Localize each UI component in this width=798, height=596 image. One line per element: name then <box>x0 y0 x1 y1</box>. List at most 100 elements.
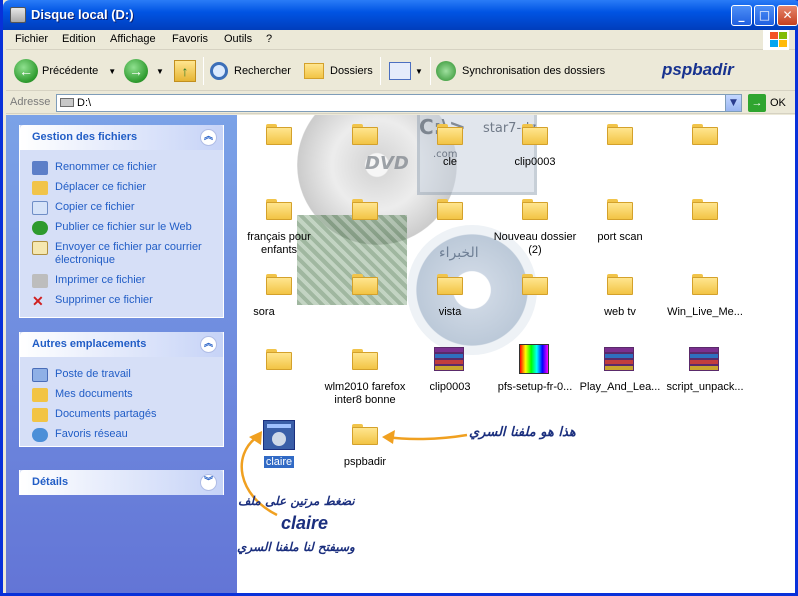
file-tasks-header[interactable]: Gestion des fichiers ︽ <box>20 125 223 150</box>
folder-icon[interactable] <box>607 199 633 220</box>
sync-button[interactable]: Synchronisation des dossiers <box>436 59 605 83</box>
close-button[interactable]: ✕ <box>777 5 798 26</box>
file-label[interactable]: port scan <box>575 231 665 244</box>
folder-icon[interactable] <box>607 124 633 145</box>
place-my-computer[interactable]: Poste de travail <box>20 365 223 385</box>
collapse-chevron-icon[interactable]: ︽ <box>200 129 217 146</box>
place-shared-docs[interactable]: Documents partagés <box>20 405 223 425</box>
menu-edition[interactable]: Edition <box>62 33 96 45</box>
file-label[interactable]: script_unpack... <box>660 381 750 394</box>
title-bar[interactable]: Disque local (D:) _ □ ✕ <box>3 0 798 30</box>
file-label[interactable]: clip0003 <box>405 381 495 394</box>
address-dropdown-icon[interactable]: ▼ <box>725 95 741 111</box>
menu-fichier[interactable]: Fichier <box>15 33 48 45</box>
file-label[interactable]: Play_And_Lea... <box>575 381 665 394</box>
folder-icon[interactable] <box>522 274 548 295</box>
folder-icon[interactable] <box>352 124 378 145</box>
menu-help[interactable]: ? <box>266 33 272 45</box>
folder-icon[interactable] <box>437 199 463 220</box>
forward-arrow-icon: → <box>124 59 148 83</box>
folder-icon[interactable] <box>266 199 292 220</box>
menu-affichage[interactable]: Affichage <box>110 33 156 45</box>
menu-favoris[interactable]: Favoris <box>172 33 208 45</box>
watermark-text: الخبراء <box>439 245 479 261</box>
folders-button[interactable]: Dossiers <box>304 59 373 83</box>
drive-icon <box>10 7 26 23</box>
brand-text: pspbadir <box>662 60 734 79</box>
file-label[interactable]: cle <box>405 156 495 169</box>
file-label[interactable]: sora <box>237 306 309 319</box>
task-label: Imprimer ce fichier <box>55 274 146 286</box>
file-label[interactable]: Win_Live_Me... <box>660 306 750 319</box>
forward-dropdown-icon[interactable]: ▼ <box>156 67 164 76</box>
task-move[interactable]: Déplacer ce fichier <box>20 178 223 198</box>
back-arrow-icon: ← <box>14 59 38 83</box>
window-title: Disque local (D:) <box>31 7 134 22</box>
place-network[interactable]: Favoris réseau <box>20 425 223 445</box>
file-label[interactable]: clip0003 <box>490 156 580 169</box>
file-label[interactable]: web tv <box>575 306 665 319</box>
details-panel: Détails ︾ <box>19 470 224 495</box>
collapse-chevron-icon[interactable]: ︽ <box>200 336 217 353</box>
expand-chevron-icon[interactable]: ︾ <box>200 474 217 491</box>
search-button[interactable]: Rechercher <box>210 59 291 83</box>
setup-exe-icon[interactable] <box>519 344 549 374</box>
copy-icon <box>32 201 48 215</box>
place-my-documents[interactable]: Mes documents <box>20 385 223 405</box>
file-label[interactable]: pfs-setup-fr-0... <box>490 381 580 394</box>
folder-icon[interactable] <box>266 349 292 370</box>
file-label[interactable]: vista <box>405 306 495 319</box>
minimize-button[interactable]: _ <box>731 5 752 26</box>
rar-archive-icon[interactable] <box>604 347 634 371</box>
task-delete[interactable]: ✕ Supprimer ce fichier <box>20 291 223 311</box>
search-label: Rechercher <box>234 65 291 77</box>
rename-icon <box>32 161 48 175</box>
other-places-header[interactable]: Autres emplacements ︽ <box>20 332 223 357</box>
details-header[interactable]: Détails ︾ <box>20 470 223 495</box>
menu-bar: Fichier Edition Affichage Favoris Outils… <box>6 30 795 50</box>
folder-icon[interactable] <box>352 274 378 295</box>
go-button[interactable]: → OK <box>748 94 786 112</box>
address-input[interactable]: D:\ ▼ <box>56 94 742 112</box>
views-button[interactable]: ▼ <box>389 59 423 83</box>
task-email[interactable]: Envoyer ce fichier par courrier électron… <box>20 238 223 271</box>
folder-icon[interactable] <box>352 199 378 220</box>
place-label: Documents partagés <box>55 408 157 420</box>
back-button[interactable]: ← Précédente ▼ <box>14 59 116 83</box>
toolbar-separator <box>380 57 381 85</box>
back-dropdown-icon[interactable]: ▼ <box>108 67 116 76</box>
file-name-annotation: claire <box>281 513 329 533</box>
file-label[interactable]: wlm2010 farefox inter8 bonne <box>320 381 410 407</box>
forward-button[interactable]: → ▼ <box>124 59 164 83</box>
folder-icon[interactable] <box>607 274 633 295</box>
folder-icon[interactable] <box>522 199 548 220</box>
folder-icon[interactable] <box>266 124 292 145</box>
go-label: OK <box>770 97 786 109</box>
folder-icon[interactable] <box>522 124 548 145</box>
printer-icon <box>32 274 48 288</box>
folder-icon[interactable] <box>266 274 292 295</box>
email-icon <box>32 241 48 255</box>
rar-archive-icon[interactable] <box>434 347 464 371</box>
menu-outils[interactable]: Outils <box>224 33 252 45</box>
folders-icon <box>304 63 324 79</box>
sync-icon <box>436 61 456 81</box>
toolbar-separator <box>430 57 431 85</box>
file-label[interactable]: français pour enfants <box>237 231 324 257</box>
task-copy[interactable]: Copier ce fichier <box>20 198 223 218</box>
folder-icon[interactable] <box>437 274 463 295</box>
rar-archive-icon[interactable] <box>689 347 719 371</box>
task-publish[interactable]: Publier ce fichier sur le Web <box>20 218 223 238</box>
task-label: Déplacer ce fichier <box>55 181 147 193</box>
folder-icon[interactable] <box>437 124 463 145</box>
up-button[interactable]: ↑ <box>174 59 196 83</box>
task-print[interactable]: Imprimer ce fichier <box>20 271 223 291</box>
folder-icon[interactable] <box>352 349 378 370</box>
drive-icon <box>60 98 74 107</box>
folder-icon[interactable] <box>692 274 718 295</box>
task-rename[interactable]: Renommer ce fichier <box>20 158 223 178</box>
folder-icon[interactable] <box>692 199 718 220</box>
maximize-button[interactable]: □ <box>754 5 775 26</box>
folder-icon[interactable] <box>692 124 718 145</box>
file-label[interactable]: Nouveau dossier (2) <box>490 231 580 257</box>
